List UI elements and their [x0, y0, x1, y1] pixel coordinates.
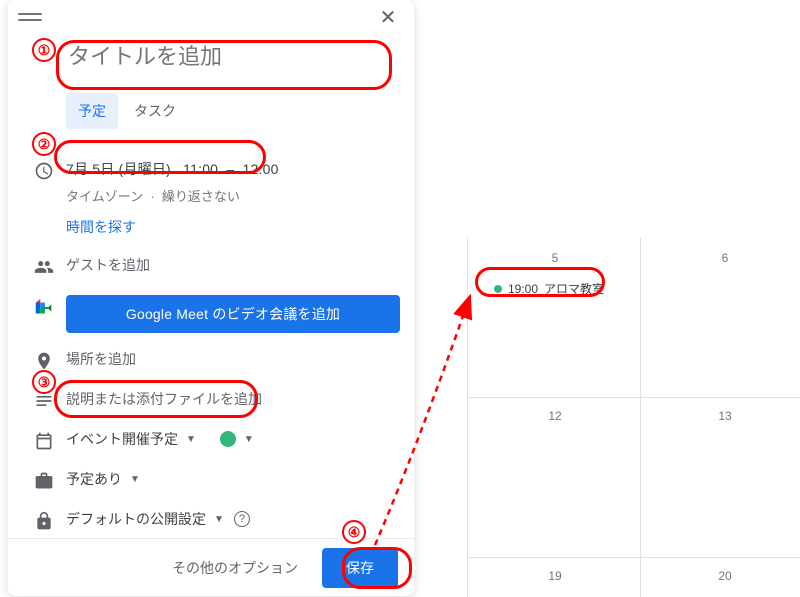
type-tabs: 予定 タスク: [66, 93, 414, 129]
annotation-number-4: ④: [342, 520, 366, 544]
save-button[interactable]: 保存: [322, 548, 398, 588]
chevron-down-icon: ▼: [244, 434, 254, 445]
meet-section: Google Meet のビデオ会議を追加: [8, 287, 414, 341]
event-time: 19:00: [508, 282, 538, 296]
more-options-button[interactable]: その他のオプション: [156, 550, 314, 586]
panel-footer: その他のオプション 保存: [8, 538, 414, 596]
annotation-number-1: ①: [32, 38, 56, 62]
google-meet-icon: [22, 295, 66, 319]
visibility-value: デフォルトの公開設定: [66, 509, 206, 529]
day-number[interactable]: 13: [715, 409, 735, 423]
time-sep: –: [226, 161, 234, 177]
grid-line: [640, 237, 641, 597]
day-number[interactable]: 19: [545, 569, 565, 583]
calendar-event[interactable]: 19:00 アロマ教室: [488, 277, 610, 300]
description-section: 説明または添付ファイルを追加: [8, 381, 414, 421]
calendar-grid: 5 6 12 13 19 20 19:00 アロマ教室: [440, 237, 800, 597]
help-icon[interactable]: ?: [234, 511, 250, 527]
datetime-subrow: タイムゾーン · 繰り返さない: [66, 186, 400, 205]
calendar-section: イベント開催予定 ▼ ▼: [8, 421, 414, 461]
date-value: 7月 5日 (月曜日): [66, 161, 171, 177]
chevron-down-icon: ▼: [186, 434, 196, 445]
day-number[interactable]: 6: [715, 251, 735, 265]
event-create-panel: ✕ 予定 タスク 7月 5日 (月曜日) 11:00 – 12:00 タイムゾー…: [8, 0, 414, 596]
annotation-number-2: ②: [32, 132, 56, 156]
chevron-down-icon: ▼: [130, 474, 140, 485]
title-input[interactable]: [66, 38, 388, 81]
grid-line: [467, 557, 800, 558]
calendar-select[interactable]: イベント開催予定 ▼ ▼: [66, 429, 400, 449]
availability-select[interactable]: 予定あり ▼: [66, 469, 400, 489]
location-icon: [22, 349, 66, 371]
briefcase-icon: [22, 469, 66, 491]
availability-section: 予定あり ▼: [8, 461, 414, 501]
event-title: アロマ教室: [544, 280, 604, 297]
guests-section: ゲストを追加: [8, 247, 414, 287]
datetime-section: 7月 5日 (月曜日) 11:00 – 12:00 タイムゾーン · 繰り返さな…: [8, 151, 414, 245]
timezone-label[interactable]: タイムゾーン: [66, 189, 143, 204]
calendar-icon: [22, 429, 66, 451]
availability-value: 予定あり: [66, 469, 122, 489]
lock-icon: [22, 509, 66, 531]
add-description[interactable]: 説明または添付ファイルを追加: [66, 389, 400, 409]
calendar-name: イベント開催予定: [66, 429, 178, 449]
grid-line: [467, 237, 468, 597]
add-guests[interactable]: ゲストを追加: [66, 255, 400, 275]
drag-handle-icon[interactable]: [18, 11, 42, 23]
day-number[interactable]: 20: [715, 569, 735, 583]
recurrence-label[interactable]: 繰り返さない: [162, 189, 240, 204]
tab-event[interactable]: 予定: [66, 93, 118, 129]
close-button[interactable]: ✕: [372, 1, 404, 33]
datetime-text[interactable]: 7月 5日 (月曜日) 11:00 – 12:00: [66, 159, 400, 179]
grid-line: [467, 397, 800, 398]
tab-task[interactable]: タスク: [122, 93, 188, 129]
location-section: 場所を追加: [8, 341, 414, 381]
event-color-dot: [494, 285, 502, 293]
start-time: 11:00: [183, 161, 218, 177]
add-location[interactable]: 場所を追加: [66, 349, 400, 369]
add-meet-button[interactable]: Google Meet のビデオ会議を追加: [66, 295, 400, 333]
annotation-number-3: ③: [32, 370, 56, 394]
chevron-down-icon: ▼: [214, 514, 224, 525]
day-number[interactable]: 12: [545, 409, 565, 423]
day-number[interactable]: 5: [545, 251, 565, 265]
clock-icon: [22, 159, 66, 181]
calendar-color-dot[interactable]: [220, 431, 236, 447]
end-time: 12:00: [243, 161, 279, 177]
panel-header: ✕: [8, 0, 414, 34]
guests-icon: [22, 255, 66, 277]
find-time-link[interactable]: 時間を探す: [66, 217, 400, 237]
